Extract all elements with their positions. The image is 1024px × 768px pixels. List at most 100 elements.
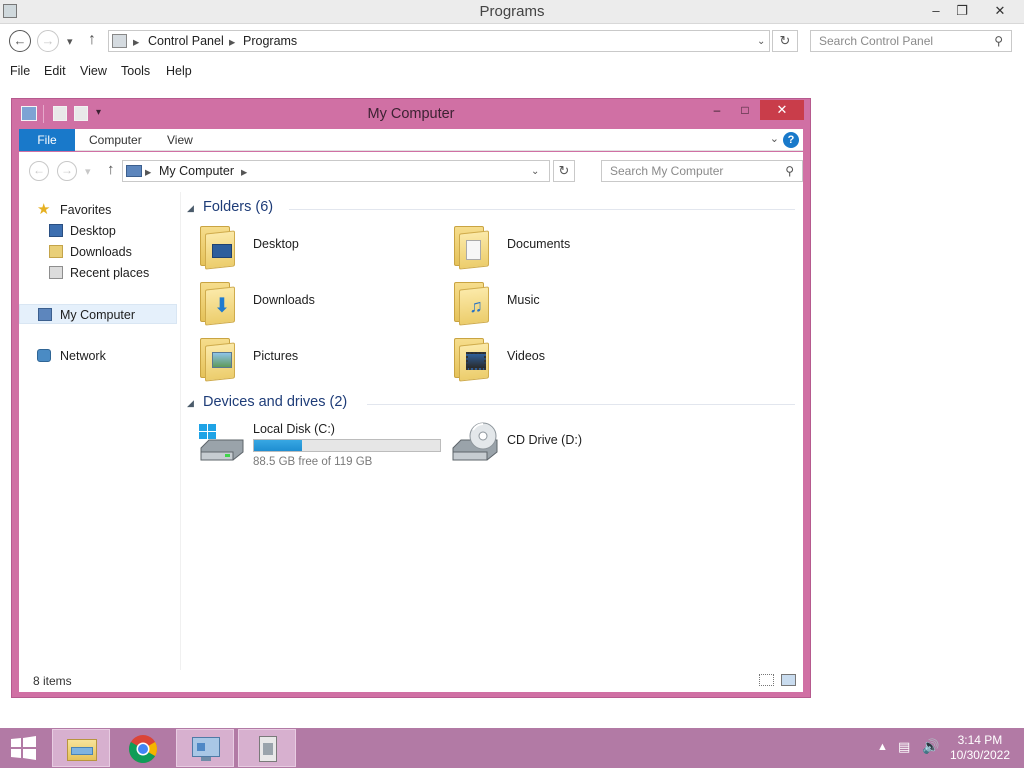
nav-favorites[interactable]: ★ Favorites bbox=[19, 200, 177, 220]
breadcrumb-my-computer[interactable]: My Computer bbox=[159, 164, 234, 178]
windows-start-icon[interactable] bbox=[8, 736, 40, 760]
local-disk-icon bbox=[197, 420, 245, 466]
group-divider bbox=[289, 209, 795, 210]
nav-my-computer[interactable]: My Computer bbox=[19, 304, 177, 324]
ribbon-tabs: File Computer View ⌄ ? bbox=[19, 129, 803, 151]
system-clock[interactable]: 3:14 PM 10/30/2022 bbox=[950, 733, 1010, 763]
control-panel-icon bbox=[112, 34, 127, 48]
nav-network[interactable]: Network bbox=[19, 346, 177, 366]
nav-desktop-label: Desktop bbox=[70, 224, 116, 238]
expand-ribbon-chevron-icon[interactable]: ⌄ bbox=[770, 132, 779, 145]
local-disk-label: Local Disk (C:) bbox=[253, 422, 335, 436]
taskbar-control-panel[interactable] bbox=[176, 729, 234, 767]
search-placeholder: Search Control Panel bbox=[819, 34, 934, 48]
menu-help[interactable]: Help bbox=[166, 64, 192, 78]
nav-desktop[interactable]: Desktop bbox=[19, 221, 177, 241]
taskbar-chrome[interactable] bbox=[114, 729, 172, 767]
drives-group-label: Devices and drives (2) bbox=[203, 394, 348, 410]
address-dropdown-chevron-icon[interactable]: ⌄ bbox=[757, 36, 765, 47]
inner-close-button[interactable]: ✕ bbox=[760, 100, 804, 120]
item-count: 8 items bbox=[33, 674, 72, 688]
folders-group-header[interactable]: ◢ Folders (6) bbox=[185, 199, 803, 219]
downloads-icon bbox=[49, 245, 63, 258]
star-icon: ★ bbox=[37, 201, 51, 218]
folder-pictures[interactable]: Pictures bbox=[197, 334, 447, 386]
computer-icon bbox=[126, 165, 142, 177]
folder-desktop-label: Desktop bbox=[253, 237, 299, 251]
breadcrumb-separator-icon: ▸ bbox=[145, 165, 152, 179]
menu-edit[interactable]: Edit bbox=[44, 64, 66, 78]
search-icon[interactable]: ⚲ bbox=[785, 164, 794, 178]
drive-cd[interactable]: CD Drive (D:) bbox=[451, 418, 701, 470]
show-hidden-icons-icon[interactable]: ▲ bbox=[877, 741, 888, 753]
nav-recent-places-label: Recent places bbox=[70, 266, 150, 280]
control-panel-search-input[interactable]: Search Control Panel ⚲ bbox=[810, 30, 1012, 52]
nav-network-label: Network bbox=[60, 349, 106, 363]
disk-free-space: 88.5 GB free of 119 GB bbox=[253, 456, 373, 468]
details-view-icon[interactable] bbox=[759, 674, 774, 686]
collapse-triangle-icon[interactable]: ◢ bbox=[187, 203, 194, 214]
inner-minimize-button[interactable]: – bbox=[704, 100, 730, 120]
outer-restore-button[interactable]: ❐ bbox=[948, 0, 976, 22]
nav-downloads[interactable]: Downloads bbox=[19, 242, 177, 262]
tab-view[interactable]: View bbox=[159, 129, 201, 151]
breadcrumb-separator-icon: ▸ bbox=[229, 35, 236, 49]
explorer-search-input[interactable]: Search My Computer ⚲ bbox=[601, 160, 803, 182]
folder-downloads-label: Downloads bbox=[253, 293, 315, 307]
navigation-pane: ★ Favorites Desktop Downloads Recent pla… bbox=[19, 192, 181, 670]
help-icon[interactable]: ? bbox=[783, 132, 799, 148]
back-button[interactable]: ← bbox=[9, 30, 31, 52]
breadcrumb-control-panel[interactable]: Control Panel bbox=[148, 34, 224, 48]
taskbar: ▲ ▤ 🔊 3:14 PM 10/30/2022 bbox=[0, 728, 1024, 768]
explorer-up-arrow-icon[interactable]: ↑ bbox=[107, 161, 115, 178]
folder-downloads[interactable]: ⬇ Downloads bbox=[197, 278, 447, 330]
search-icon[interactable]: ⚲ bbox=[994, 34, 1003, 48]
large-icons-view-icon[interactable] bbox=[781, 674, 796, 686]
folder-desktop[interactable]: Desktop bbox=[197, 222, 447, 274]
recent-locations-chevron-icon[interactable]: ▾ bbox=[67, 35, 73, 48]
up-arrow-icon[interactable]: ↑ bbox=[88, 31, 96, 49]
folder-pictures-label: Pictures bbox=[253, 349, 299, 363]
cd-drive-label: CD Drive (D:) bbox=[507, 433, 582, 447]
taskbar-file-explorer[interactable] bbox=[52, 729, 110, 767]
folder-documents[interactable]: Documents bbox=[451, 222, 701, 274]
clock-date: 10/30/2022 bbox=[949, 748, 1010, 762]
drive-local-disk[interactable]: Local Disk (C:) 88.5 GB free of 119 GB bbox=[197, 418, 447, 470]
network-status-icon[interactable]: ▤ bbox=[898, 739, 910, 755]
folders-group-label: Folders (6) bbox=[203, 199, 274, 215]
breadcrumb-programs[interactable]: Programs bbox=[243, 34, 297, 48]
menu-file[interactable]: File bbox=[10, 64, 30, 78]
outer-address-field[interactable]: ▸ Control Panel ▸ Programs ⌄ bbox=[108, 30, 770, 52]
explorer-forward-button[interactable]: → bbox=[57, 161, 77, 181]
tab-computer[interactable]: Computer bbox=[81, 129, 150, 151]
explorer-address-dropdown-icon[interactable]: ⌄ bbox=[531, 166, 539, 177]
volume-icon[interactable]: 🔊 bbox=[922, 738, 939, 755]
outer-close-button[interactable]: ✕ bbox=[986, 0, 1014, 22]
collapse-triangle-icon[interactable]: ◢ bbox=[187, 398, 194, 409]
folder-music[interactable]: ♫ Music bbox=[451, 278, 701, 330]
inner-maximize-button[interactable]: □ bbox=[732, 100, 758, 120]
outer-window-title: Programs bbox=[479, 3, 545, 20]
cd-drive-icon bbox=[451, 420, 499, 466]
nav-recent-places[interactable]: Recent places bbox=[19, 263, 177, 283]
network-icon bbox=[37, 349, 51, 362]
folder-videos[interactable]: Videos bbox=[451, 334, 701, 386]
computer-icon bbox=[38, 308, 52, 321]
outer-minimize-button[interactable]: – bbox=[922, 0, 950, 22]
videos-folder-icon bbox=[451, 336, 493, 382]
downloads-folder-icon: ⬇ bbox=[197, 280, 239, 326]
recent-places-icon bbox=[49, 266, 63, 279]
tab-file[interactable]: File bbox=[19, 129, 75, 151]
refresh-button[interactable]: ↻ bbox=[772, 30, 798, 52]
drives-group-header[interactable]: ◢ Devices and drives (2) bbox=[185, 394, 803, 414]
explorer-recent-chevron-icon[interactable]: ▾ bbox=[85, 165, 91, 178]
taskbar-program[interactable] bbox=[238, 729, 296, 767]
outer-menu-bar: File Edit View Tools Help bbox=[0, 60, 1024, 82]
menu-view[interactable]: View bbox=[80, 64, 107, 78]
explorer-back-button[interactable]: ← bbox=[29, 161, 49, 181]
outer-title-bar: Programs – ❐ ✕ bbox=[0, 0, 1024, 24]
forward-button[interactable]: → bbox=[37, 30, 59, 52]
menu-tools[interactable]: Tools bbox=[121, 64, 150, 78]
explorer-address-field[interactable]: ▸ My Computer ▸ ⌄ bbox=[122, 160, 550, 182]
explorer-refresh-button[interactable]: ↻ bbox=[553, 160, 575, 182]
